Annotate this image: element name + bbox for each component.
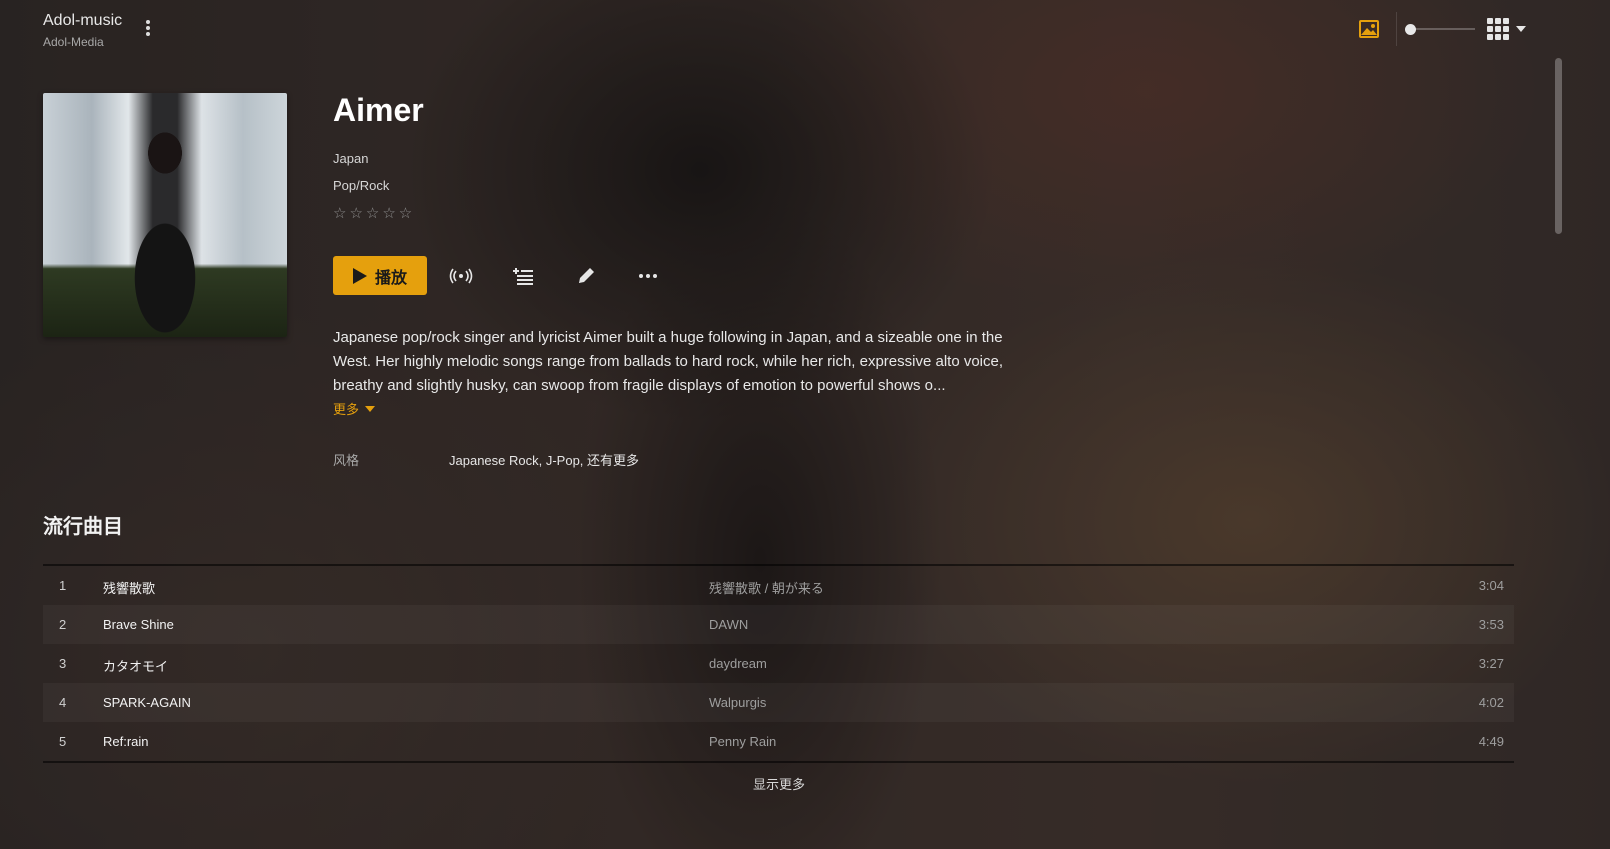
server-title[interactable]: Adol-music (43, 12, 122, 30)
track-album[interactable]: DAWN (709, 617, 748, 632)
track-row[interactable]: 1 残響散歌 残響散歌 / 朝が来る 3:04 (43, 566, 1514, 605)
show-more-button[interactable]: 显示更多 (753, 774, 805, 793)
track-number: 1 (59, 578, 67, 593)
zoom-slider-handle[interactable] (1405, 24, 1416, 35)
track-album[interactable]: Walpurgis (709, 695, 766, 710)
track-duration: 3:53 (1478, 617, 1504, 632)
track-album[interactable]: Penny Rain (709, 734, 776, 749)
track-number: 5 (59, 734, 67, 749)
radio-icon[interactable] (448, 263, 474, 289)
image-icon[interactable] (1358, 18, 1380, 40)
more-label: 更多 (333, 402, 360, 417)
track-album[interactable]: daydream (709, 656, 767, 671)
track-title[interactable]: SPARK-AGAIN (103, 695, 191, 710)
server-subtitle: Adol-Media (43, 35, 104, 49)
chevron-down-icon (1516, 26, 1526, 32)
play-icon (352, 267, 367, 284)
view-mode-dropdown[interactable] (1487, 18, 1529, 40)
grid-view-icon (1487, 18, 1509, 40)
zoom-slider[interactable] (1405, 20, 1475, 38)
track-row[interactable]: 2 Brave Shine DAWN 3:53 (43, 605, 1514, 644)
artist-name: Aimer (333, 92, 424, 128)
chevron-down-icon (365, 405, 376, 412)
track-duration: 3:04 (1478, 578, 1504, 593)
track-duration: 3:27 (1478, 656, 1504, 671)
add-to-queue-icon[interactable] (510, 263, 536, 289)
artist-country[interactable]: Japan (333, 151, 368, 166)
popular-tracks-title: 流行曲目 (43, 516, 123, 538)
track-number: 2 (59, 617, 67, 632)
style-value[interactable]: Japanese Rock, J-Pop, 还有更多 (449, 450, 639, 469)
track-number: 3 (59, 656, 67, 671)
play-button[interactable]: 播放 (333, 256, 427, 295)
track-row[interactable]: 4 SPARK-AGAIN Walpurgis 4:02 (43, 683, 1514, 722)
more-vertical-icon[interactable] (140, 18, 156, 42)
track-duration: 4:02 (1478, 695, 1504, 710)
artist-page: Adol-music Adol-Media Aimer Japan Pop/Ro… (0, 0, 1610, 849)
track-row[interactable]: 3 カタオモイ daydream 3:27 (43, 644, 1514, 683)
track-title[interactable]: 残響散歌 (103, 578, 155, 597)
track-duration: 4:49 (1478, 734, 1504, 749)
track-title[interactable]: カタオモイ (103, 656, 168, 675)
artist-biography: Japanese pop/rock singer and lyricist Ai… (333, 329, 1004, 394)
track-row[interactable]: 5 Ref:rain Penny Rain 4:49 (43, 722, 1514, 761)
expand-biography-link[interactable]: 更多 (333, 399, 376, 418)
track-title[interactable]: Brave Shine (103, 617, 174, 632)
header-divider (1396, 12, 1397, 46)
style-label: 风格 (333, 453, 360, 468)
popular-tracks-list: 1 残響散歌 残響散歌 / 朝が来る 3:04 2 Brave Shine DA… (43, 564, 1514, 763)
more-horizontal-icon[interactable] (635, 263, 661, 289)
track-number: 4 (59, 695, 67, 710)
rating-stars[interactable]: ☆☆☆☆☆ (333, 204, 415, 222)
artist-genre[interactable]: Pop/Rock (333, 178, 389, 193)
artist-photo[interactable] (43, 93, 287, 337)
track-title[interactable]: Ref:rain (103, 734, 149, 749)
track-album[interactable]: 残響散歌 / 朝が来る (709, 578, 824, 597)
page-scrollbar[interactable] (1555, 58, 1562, 234)
edit-pencil-icon[interactable] (573, 263, 599, 289)
play-button-label: 播放 (374, 269, 407, 287)
